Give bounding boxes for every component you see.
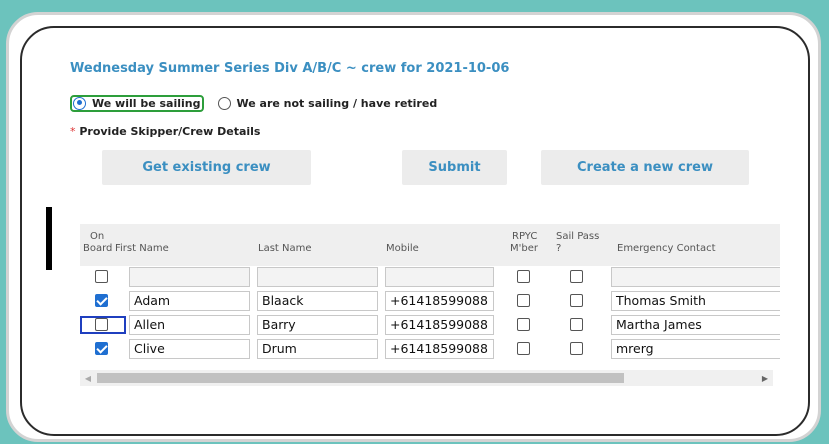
page-title: Wednesday Summer Series Div A/B/C ~ crew… (70, 61, 510, 76)
header-rpyc: RPYC M'ber (510, 231, 538, 255)
required-star: * (70, 125, 76, 138)
sailing-status-group: We will be sailing We are not sailing / … (70, 94, 438, 112)
last-name-input[interactable]: Drum (257, 339, 378, 359)
header-sail-pass-line1: Sail Pass (556, 231, 600, 242)
header-last-name: Last Name (258, 243, 312, 254)
header-sail-pass: Sail Pass ? (556, 231, 599, 255)
not-sailing-radio-option[interactable]: We are not sailing / have retired (217, 96, 438, 110)
last-name-input[interactable]: Blaack (257, 291, 378, 311)
sail-pass-checkbox[interactable] (570, 294, 583, 307)
side-marker (46, 207, 52, 270)
header-mobile: Mobile (386, 243, 419, 254)
header-on-board-line2: Board (83, 243, 113, 254)
emergency-contact-input[interactable]: Thomas Smith (611, 291, 780, 311)
first-name-input[interactable]: Clive (129, 339, 250, 359)
required-note-text: Provide Skipper/Crew Details (79, 125, 261, 138)
crew-table: On Board First Name Last Name Mobile RPY… (80, 224, 780, 389)
sailing-radio-option[interactable]: We will be sailing (70, 94, 204, 112)
not-sailing-radio[interactable] (217, 96, 231, 110)
sail-pass-checkbox[interactable] (570, 318, 583, 331)
mobile-input[interactable]: +61418599088 (385, 315, 494, 335)
emergency-contact-input[interactable] (611, 267, 780, 287)
first-name-input[interactable] (129, 267, 250, 287)
sail-pass-checkbox[interactable] (570, 270, 583, 283)
emergency-contact-input[interactable]: mrerg (611, 339, 780, 359)
not-sailing-radio-label: We are not sailing / have retired (236, 96, 438, 110)
header-emergency-contact: Emergency Contact (617, 243, 716, 254)
on-board-checkbox[interactable] (95, 318, 108, 331)
on-board-checkbox[interactable] (95, 294, 108, 307)
header-rpyc-line2: M'ber (510, 243, 538, 254)
horizontal-scrollbar[interactable]: ◀ ▶ (80, 370, 773, 386)
on-board-checkbox[interactable] (95, 342, 108, 355)
first-name-input[interactable]: Allen (129, 315, 250, 335)
rpyc-member-checkbox[interactable] (517, 342, 530, 355)
first-name-input[interactable]: Adam (129, 291, 250, 311)
scroll-left-icon[interactable]: ◀ (80, 370, 96, 386)
header-rpyc-line1: RPYC (512, 231, 538, 242)
last-name-input[interactable] (257, 267, 378, 287)
last-name-input[interactable]: Barry (257, 315, 378, 335)
header-first-name: First Name (115, 243, 169, 254)
scroll-right-icon[interactable]: ▶ (757, 370, 773, 386)
sail-pass-checkbox[interactable] (570, 342, 583, 355)
header-on-board: On Board (83, 231, 112, 255)
get-existing-crew-button[interactable]: Get existing crew (102, 150, 311, 185)
mobile-input[interactable]: +61418599088 (385, 291, 494, 311)
sailing-radio[interactable] (73, 96, 86, 110)
submit-button[interactable]: Submit (402, 150, 507, 185)
required-note: * Provide Skipper/Crew Details (70, 125, 260, 138)
emergency-contact-input[interactable]: Martha James (611, 315, 780, 335)
sailing-radio-label: We will be sailing (92, 96, 201, 110)
header-on-board-line1: On (90, 231, 105, 242)
create-new-crew-button[interactable]: Create a new crew (541, 150, 749, 185)
on-board-checkbox[interactable] (95, 270, 108, 283)
scrollbar-thumb[interactable] (97, 373, 624, 383)
rpyc-member-checkbox[interactable] (517, 318, 530, 331)
rpyc-member-checkbox[interactable] (517, 294, 530, 307)
header-sail-pass-line2: ? (556, 243, 562, 254)
mobile-input[interactable]: +61418599088 (385, 339, 494, 359)
rpyc-member-checkbox[interactable] (517, 270, 530, 283)
mobile-input[interactable] (385, 267, 494, 287)
